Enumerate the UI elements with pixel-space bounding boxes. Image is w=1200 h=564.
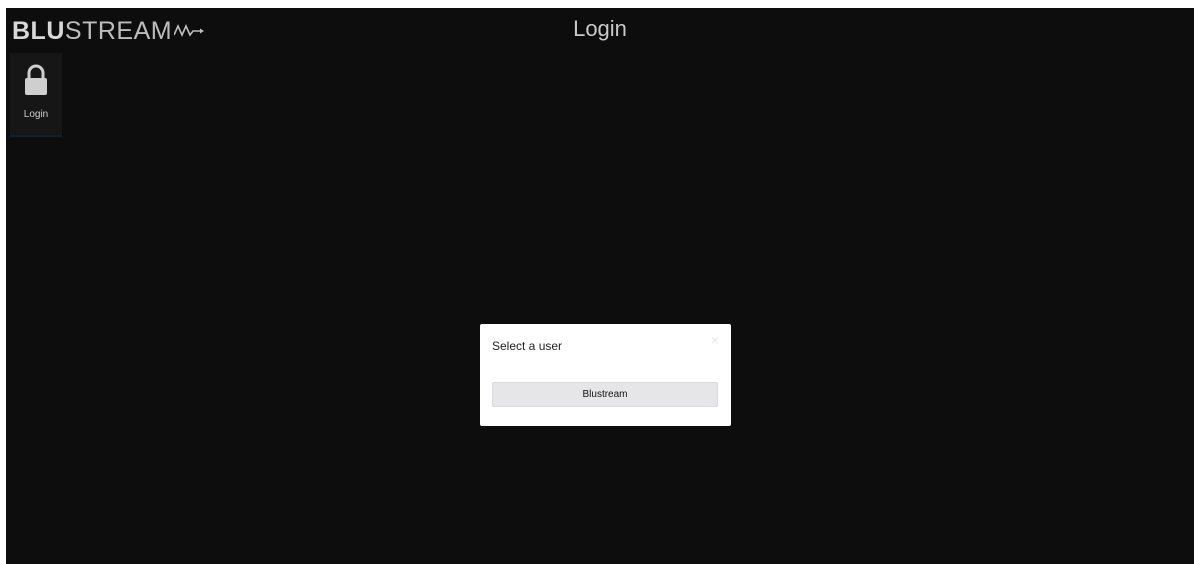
close-icon[interactable]: × [711, 333, 719, 347]
top-bar: BLU STREAM Login [6, 8, 1194, 52]
select-user-dialog: Select a user × Blustream [480, 324, 731, 426]
user-option-button[interactable]: Blustream [492, 382, 718, 407]
lock-icon [25, 64, 47, 95]
app-screen: BLU STREAM Login Login Select a user × Bl… [6, 8, 1194, 564]
page-title: Login [573, 16, 627, 41]
dialog-title: Select a user [492, 339, 563, 353]
sidebar-item-label: Login [23, 109, 49, 120]
sidebar-item-login[interactable]: Login [10, 53, 62, 137]
